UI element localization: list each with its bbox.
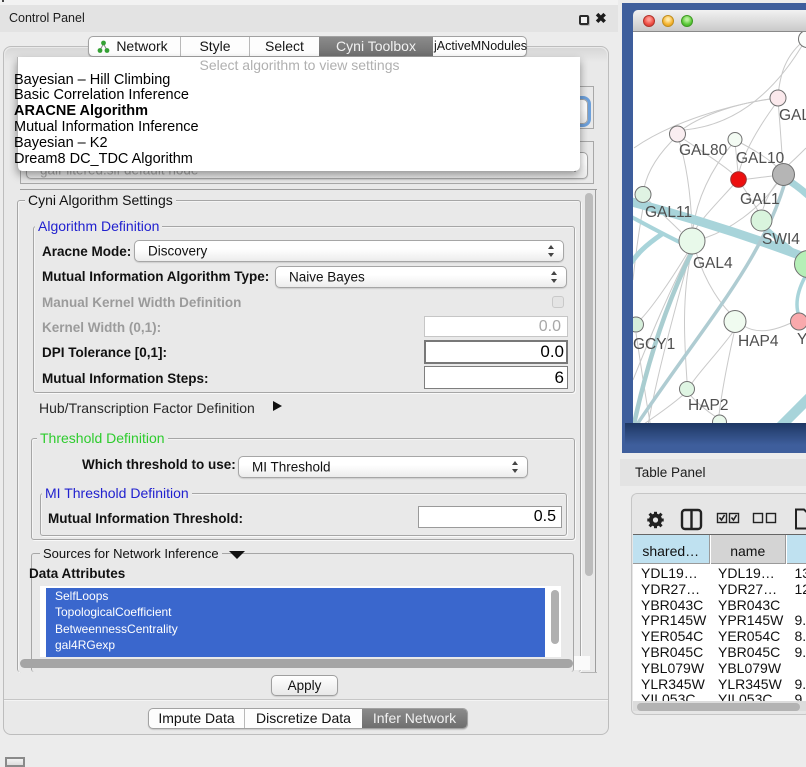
svg-text:HAP4: HAP4 [738, 333, 779, 350]
svg-text:GAL4: GAL4 [693, 255, 733, 272]
svg-text:SWI4: SWI4 [762, 231, 800, 248]
svg-text:GAL80: GAL80 [679, 142, 728, 159]
svg-text:HAP2: HAP2 [688, 397, 729, 414]
svg-text:GAL1: GAL1 [740, 191, 780, 208]
svg-text:Y: Y [797, 331, 806, 348]
svg-text:GAL10: GAL10 [736, 150, 785, 167]
svg-text:GAL: GAL [779, 107, 806, 124]
svg-text:GAL11: GAL11 [645, 204, 692, 221]
svg-text:GCY1: GCY1 [633, 336, 675, 353]
